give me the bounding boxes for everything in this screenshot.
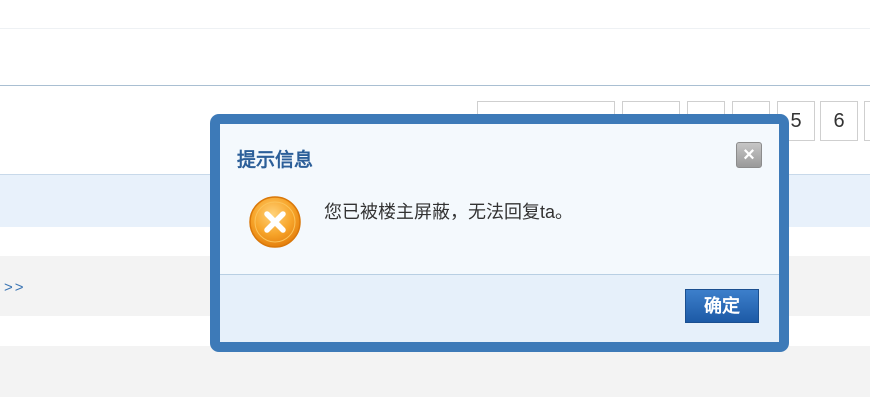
pagination-item-6[interactable]: 6 — [820, 101, 858, 141]
close-button[interactable]: × — [736, 142, 762, 168]
divider — [0, 85, 870, 86]
list-row — [0, 346, 870, 397]
dialog-title: 提示信息 — [237, 150, 314, 171]
pagination-item[interactable] — [864, 101, 870, 141]
dialog-message: 您已被楼主屏蔽，无法回复ta。 — [324, 202, 574, 222]
alert-dialog: 提示信息 × 您已被楼主屏蔽，无法回复ta。 确定 — [210, 114, 789, 352]
error-x-icon — [249, 196, 301, 248]
divider — [0, 28, 870, 29]
close-icon: × — [743, 144, 755, 166]
dialog-body: 提示信息 × 您已被楼主屏蔽，无法回复ta。 确定 — [220, 124, 779, 342]
more-link[interactable]: >> — [4, 279, 26, 296]
dialog-footer: 确定 — [220, 274, 779, 342]
confirm-button[interactable]: 确定 — [685, 289, 759, 323]
